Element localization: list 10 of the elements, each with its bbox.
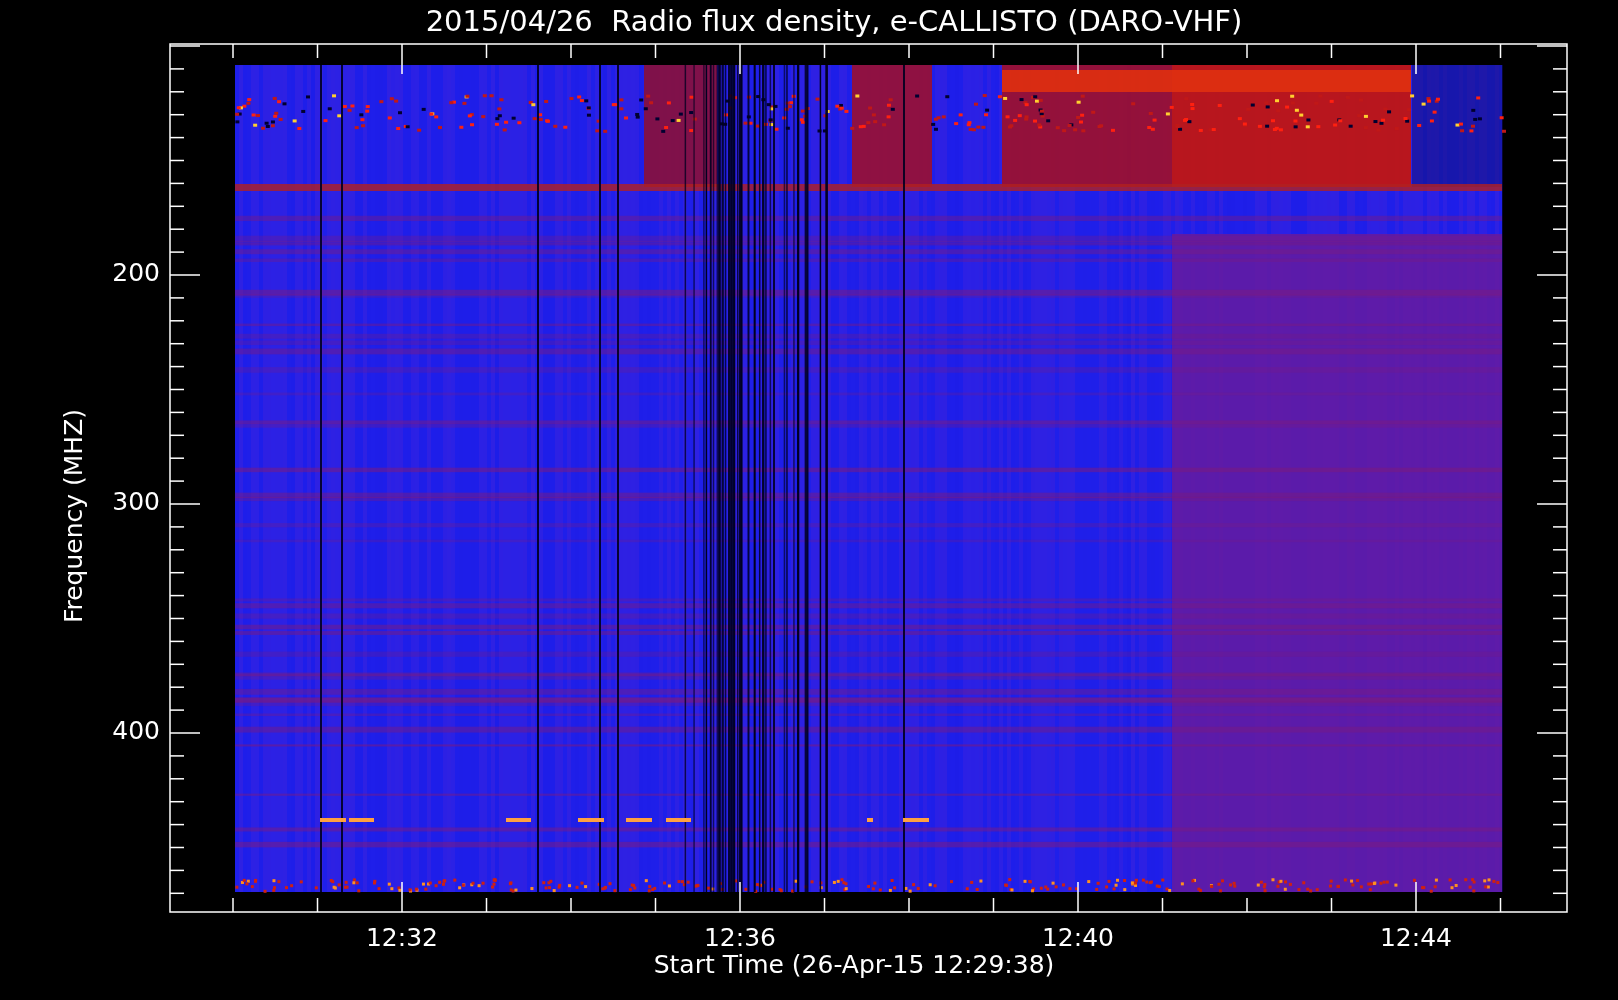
x-tick-label: 12:40 [1042, 923, 1114, 948]
x-tick-label: 12:36 [704, 923, 776, 948]
x-tick-label: 12:44 [1380, 923, 1452, 948]
x-tick-label: 12:32 [366, 923, 438, 948]
y-tick-label: 200 [112, 258, 160, 287]
y-tick-label: 300 [112, 487, 160, 516]
y-axis-title: Frequency (MHZ) [59, 408, 88, 624]
x-axis-title: Start Time (26-Apr-15 12:29:38) [652, 949, 1055, 981]
chart-title: 2015/04/26 Radio flux density, e-CALLISTO (DARO-VHF) [424, 3, 1243, 40]
y-tick-label: 400 [112, 716, 160, 745]
